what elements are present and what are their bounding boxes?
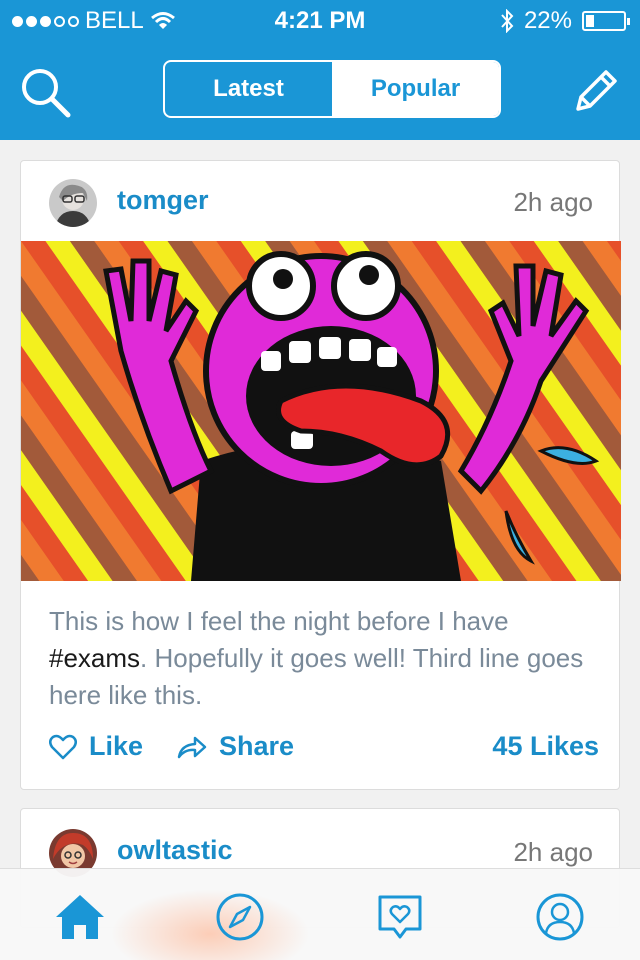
heart-speech-icon xyxy=(378,895,422,939)
post-header: tomger 2h ago xyxy=(21,161,619,241)
post-image[interactable] xyxy=(21,241,621,581)
share-label: Share xyxy=(219,731,295,761)
battery-icon xyxy=(582,11,630,31)
battery-fill xyxy=(586,15,594,27)
post-username[interactable]: owltastic xyxy=(117,835,233,866)
compose-pencil-icon[interactable] xyxy=(566,65,622,121)
tab-activity[interactable] xyxy=(370,887,430,947)
tab-profile[interactable] xyxy=(530,887,590,947)
battery-percent: 22% xyxy=(523,7,572,34)
status-right: 22% xyxy=(500,7,630,35)
share-button[interactable]: Share xyxy=(177,731,294,762)
tab-bar xyxy=(0,868,640,960)
like-label: Like xyxy=(89,731,144,761)
share-arrow-icon xyxy=(177,736,207,758)
post-card: tomger 2h ago This is how I feel the nig… xyxy=(20,160,621,790)
hashtag-link[interactable]: #exams xyxy=(49,643,140,673)
post-time: 2h ago xyxy=(513,837,593,867)
heart-icon xyxy=(49,734,77,759)
profile-icon xyxy=(536,893,584,941)
tab-home[interactable] xyxy=(50,887,110,947)
like-button[interactable]: Like xyxy=(49,731,143,762)
tab-explore[interactable] xyxy=(210,887,270,947)
likes-count[interactable]: 45 Likes xyxy=(492,731,599,762)
status-bar: BELL 4:21 PM 22% xyxy=(0,0,640,40)
post-caption: This is how I feel the night before I ha… xyxy=(49,603,589,714)
post-time: 2h ago xyxy=(513,187,593,217)
tab-popular[interactable]: Popular xyxy=(332,62,499,116)
nav-bar: Latest Popular xyxy=(0,40,640,140)
post-actions: Like Share 45 Likes xyxy=(21,731,621,771)
caption-text-start: This is how I feel the night before I ha… xyxy=(49,606,509,636)
post-username[interactable]: tomger xyxy=(117,185,209,216)
avatar[interactable] xyxy=(49,179,97,227)
bluetooth-icon xyxy=(501,9,514,33)
home-icon xyxy=(56,895,104,939)
feed-segmented-control: Latest Popular xyxy=(163,60,501,118)
search-icon[interactable] xyxy=(18,65,74,121)
compass-icon xyxy=(216,893,264,941)
tab-latest[interactable]: Latest xyxy=(165,62,332,116)
